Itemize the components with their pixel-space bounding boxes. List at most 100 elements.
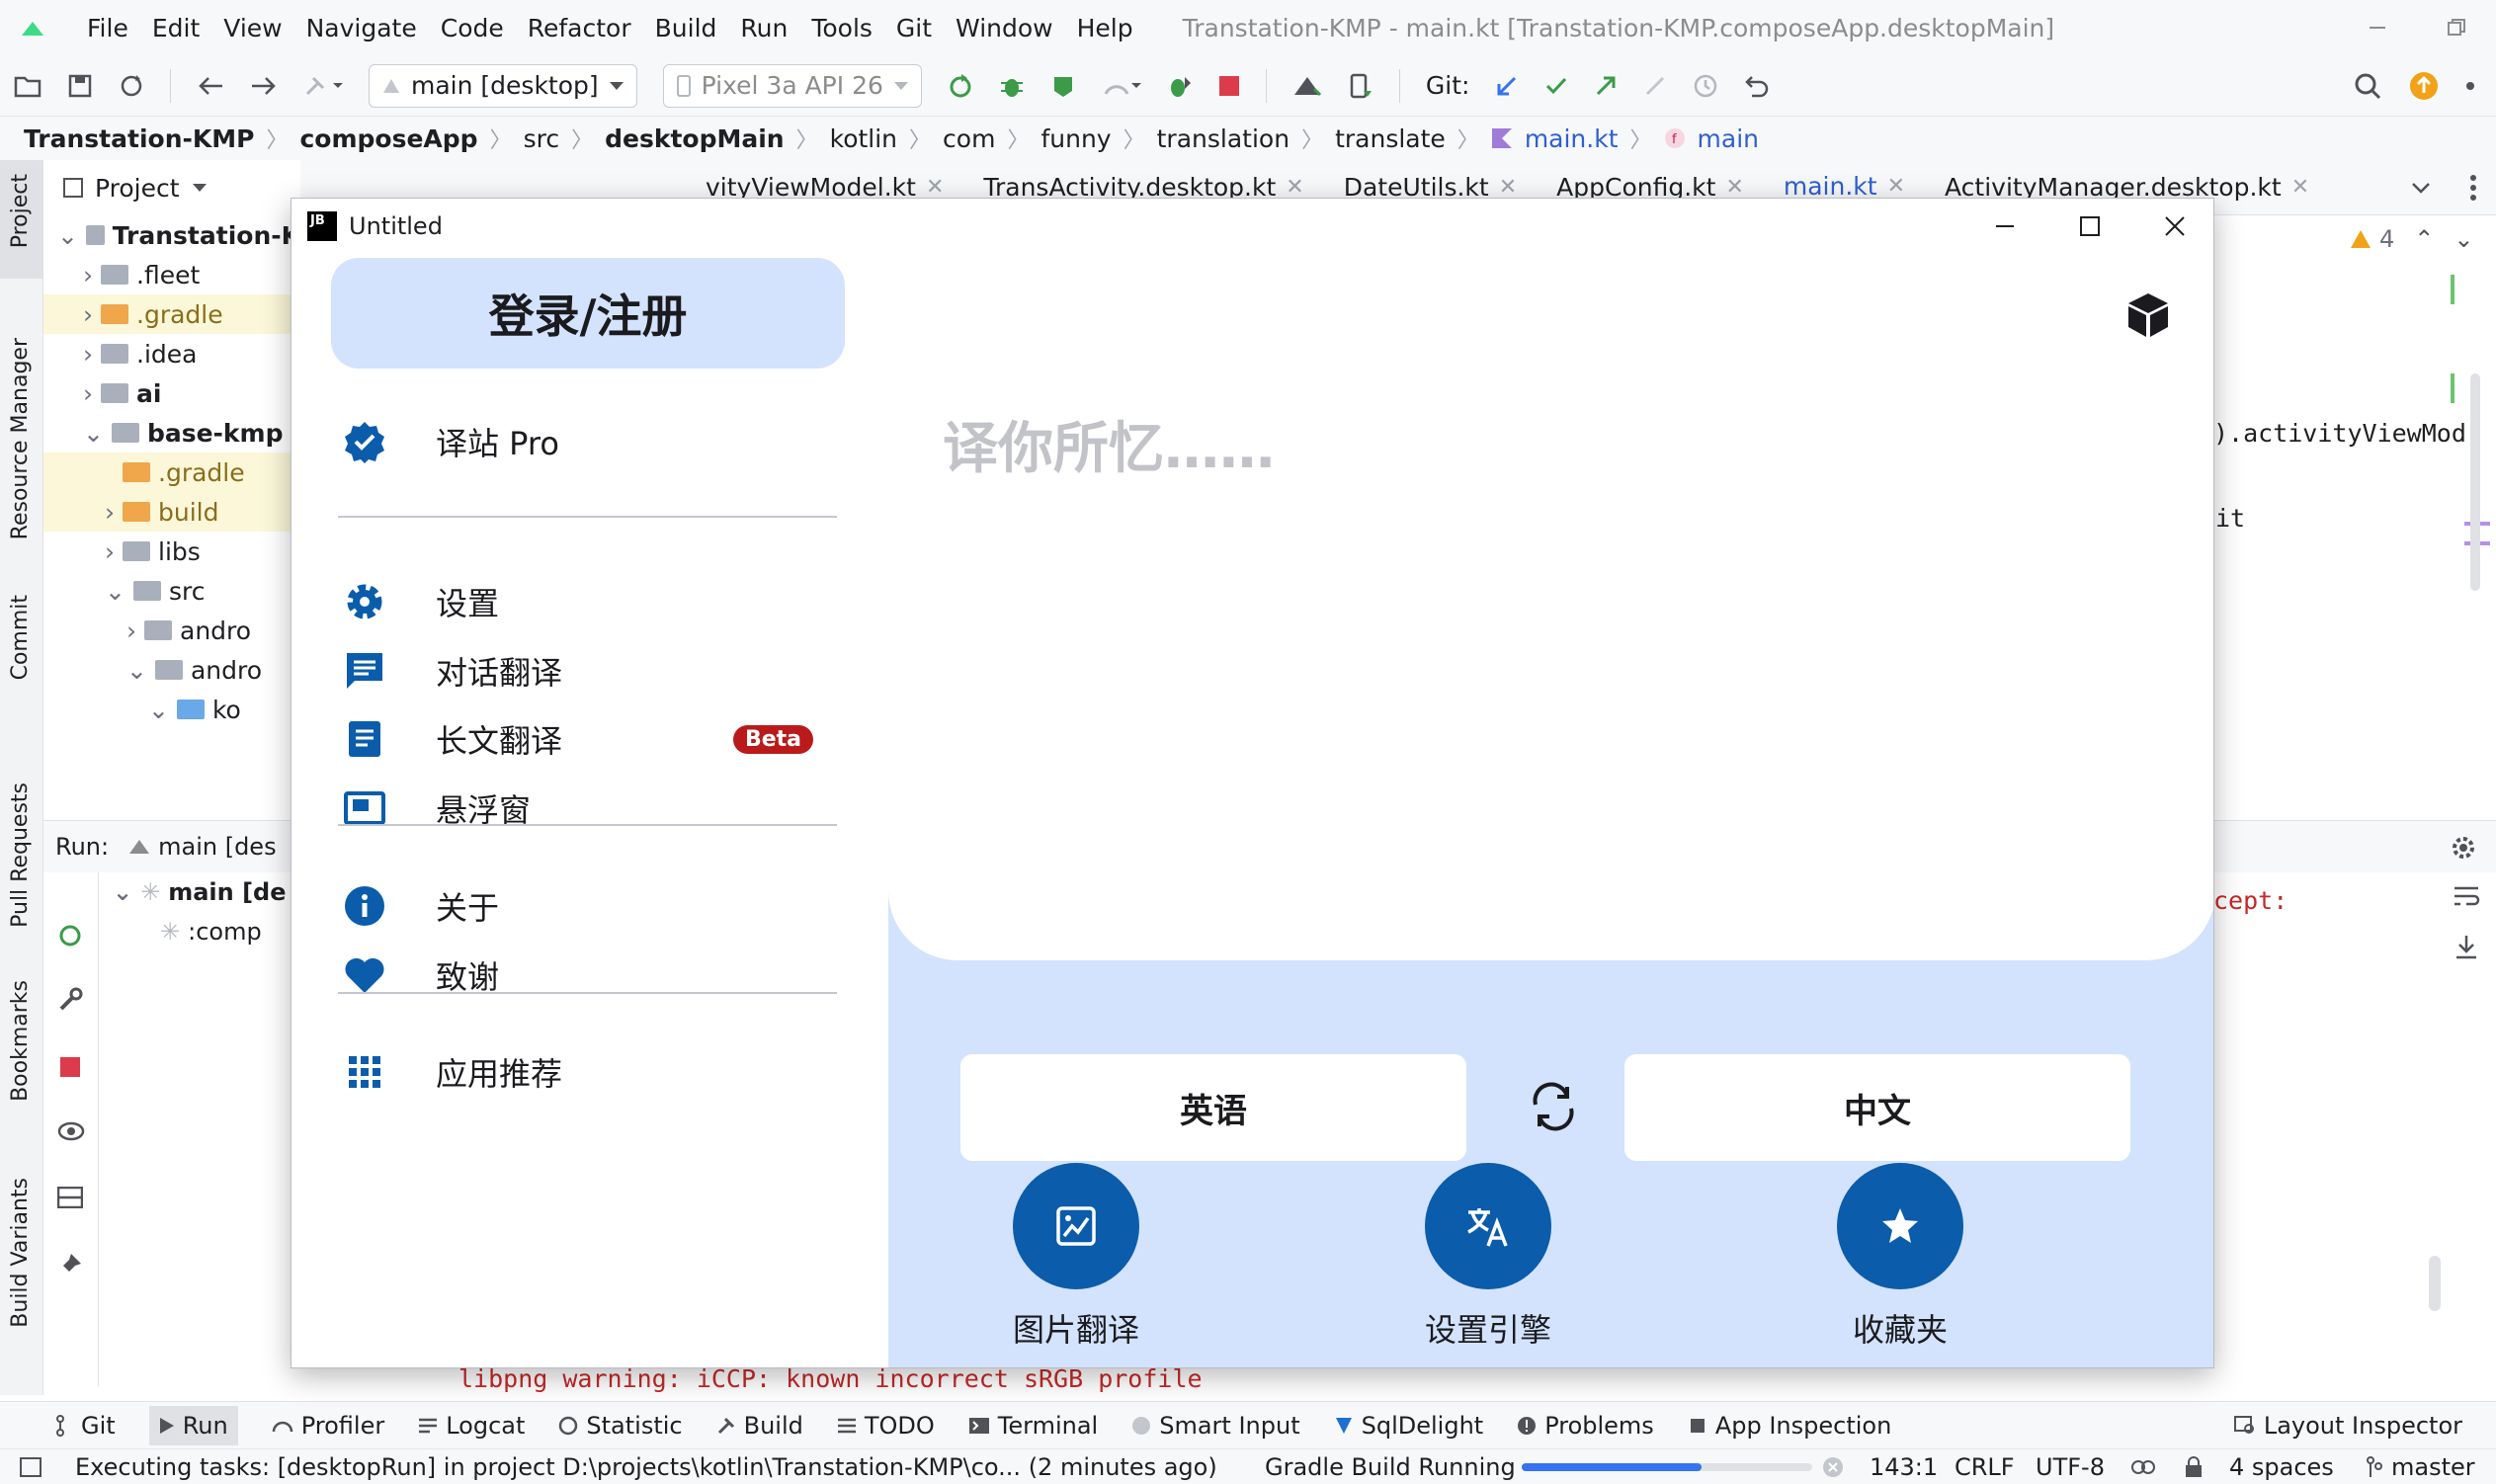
close-icon[interactable]: ✕ [1887, 174, 1905, 199]
breadcrumb-com[interactable]: com [943, 124, 995, 153]
soft-wrap-icon[interactable] [2453, 884, 2480, 910]
rerun-icon[interactable] [57, 922, 83, 948]
caret-position[interactable]: 143:1 [1870, 1453, 1938, 1481]
run-tree-task[interactable]: ✳:comp [160, 918, 262, 946]
tool-tab-run[interactable]: Run [148, 1405, 238, 1445]
editor-scrollbar[interactable] [2470, 373, 2480, 591]
tool-tab-logcat[interactable]: Logcat [418, 1412, 525, 1440]
tool-tab-git[interactable]: Git [55, 1412, 116, 1440]
close-icon[interactable] [2164, 215, 2186, 237]
chevron-down-icon[interactable] [192, 183, 208, 193]
wrench-icon[interactable] [57, 987, 83, 1013]
menu-view[interactable]: View [213, 14, 291, 42]
save-icon[interactable] [67, 73, 93, 99]
tool-tab-problems[interactable]: Problems [1517, 1412, 1654, 1440]
set-engine-button[interactable] [1425, 1163, 1551, 1289]
rerun-icon[interactable] [948, 73, 973, 99]
sync-icon[interactable] [119, 73, 144, 99]
breadcrumb-sourceset[interactable]: desktopMain [605, 124, 785, 153]
tree-item[interactable]: .gradle [43, 453, 300, 492]
translation-input-card[interactable]: 译你所忆…… [888, 254, 2213, 960]
tool-tab-todo[interactable]: TODO [837, 1412, 935, 1440]
menu-file[interactable]: File [77, 14, 138, 42]
memory-indicator-icon[interactable] [2130, 1456, 2156, 1478]
cancel-task-icon[interactable] [1822, 1456, 1844, 1478]
device-manager-icon[interactable] [1292, 73, 1322, 99]
eye-icon[interactable] [57, 1121, 85, 1141]
git-commit-check-icon[interactable] [1544, 74, 1568, 98]
search-icon[interactable] [2354, 72, 2381, 100]
tree-item[interactable]: › build [43, 492, 300, 532]
tree-item[interactable]: ⌄ base-kmp [43, 413, 300, 453]
image-translate-button[interactable] [1013, 1163, 1139, 1289]
breadcrumb-file[interactable]: main.kt [1525, 124, 1619, 153]
close-icon[interactable]: ✕ [2291, 175, 2309, 200]
menu-refactor[interactable]: Refactor [518, 14, 641, 42]
lock-icon[interactable] [2184, 1455, 2204, 1478]
action-favorites[interactable]: 收藏夹 [1782, 1163, 2019, 1351]
maximize-icon[interactable] [2079, 215, 2101, 237]
tree-item[interactable]: ⌄ Transtation-K [43, 215, 300, 255]
code-editor[interactable]: 4 ⌃ ⌄ ).activityViewMod it [2174, 215, 2496, 828]
menu-build[interactable]: Build [645, 14, 727, 42]
tool-tab-terminal[interactable]: Terminal [968, 1412, 1098, 1440]
file-encoding[interactable]: UTF-8 [2036, 1453, 2105, 1481]
drawer-item-about[interactable]: 关于 [343, 876, 837, 936]
tree-item[interactable]: › ai [43, 373, 300, 413]
project-panel-title[interactable]: Project [95, 174, 180, 203]
tool-tab-build[interactable]: Build [716, 1412, 803, 1440]
git-rollback-icon[interactable] [1744, 73, 1770, 99]
drawer-item-pro[interactable]: 译站 Pro [343, 412, 837, 471]
tree-item[interactable]: › .idea [43, 334, 300, 373]
device-select[interactable]: Pixel 3a API 26 [662, 63, 922, 108]
tree-item[interactable]: ⌄ ko [43, 690, 300, 729]
tree-item[interactable]: › libs [43, 532, 300, 571]
breadcrumb-project[interactable]: Transtation-KMP [24, 124, 254, 153]
drawer-item-thanks[interactable]: 致谢 [343, 946, 837, 1005]
run-tree-root[interactable]: ⌄ ✳ main [de [113, 878, 287, 906]
attach-debugger-icon[interactable] [1167, 73, 1193, 99]
breadcrumb-kotlin[interactable]: kotlin [830, 124, 897, 153]
breadcrumb-translate[interactable]: translate [1335, 124, 1446, 153]
stop-icon[interactable] [59, 1056, 81, 1078]
tool-tab-project[interactable]: Project [8, 174, 33, 248]
login-register-button[interactable]: 登录/注册 [331, 258, 845, 369]
tool-tab-statistic[interactable]: Statistic [558, 1412, 683, 1440]
menu-code[interactable]: Code [431, 14, 514, 42]
close-icon[interactable]: ✕ [1499, 175, 1517, 200]
tool-tab-pull-requests[interactable]: Pull Requests [8, 783, 33, 928]
status-message[interactable]: Executing tasks: [desktopRun] in project… [75, 1453, 1217, 1481]
tool-tab-smart-input[interactable]: Smart Input [1131, 1412, 1300, 1440]
git-update-icon[interactable] [1495, 74, 1519, 98]
inspection-widget[interactable]: 4 ⌃ ⌄ [2350, 225, 2474, 253]
breadcrumb-module[interactable]: composeApp [299, 124, 477, 153]
drawer-item-app-recommend[interactable]: 应用推荐 [343, 1042, 837, 1102]
minimize-icon[interactable] [2368, 18, 2387, 38]
breadcrumb-src[interactable]: src [524, 124, 560, 153]
menu-help[interactable]: Help [1067, 14, 1143, 42]
restore-icon[interactable] [2447, 18, 2466, 38]
menu-window[interactable]: Window [946, 14, 1063, 42]
drawer-item-long-text[interactable]: 长文翻译 Beta [343, 709, 837, 769]
drawer-item-conversation[interactable]: 对话翻译 [343, 641, 837, 701]
tool-tab-bookmarks[interactable]: Bookmarks [8, 980, 33, 1102]
menu-tools[interactable]: Tools [801, 14, 882, 42]
run-coverage-icon[interactable] [1050, 73, 1076, 99]
tree-item[interactable]: › .fleet [43, 255, 300, 294]
run-settings-gear-icon[interactable] [2451, 835, 2476, 861]
debug-bug-icon[interactable] [999, 73, 1025, 99]
git-compare-icon[interactable] [1643, 74, 1667, 98]
tree-item[interactable]: ⌄ src [43, 571, 300, 611]
tool-tab-commit[interactable]: Commit [8, 595, 33, 680]
run-config-select[interactable]: main [desktop] [369, 63, 637, 108]
breadcrumb-translation[interactable]: translation [1157, 124, 1290, 153]
tool-tab-profiler[interactable]: Profiler [272, 1412, 384, 1440]
breadcrumb-funny[interactable]: funny [1040, 124, 1111, 153]
translation-input-placeholder[interactable]: 译你所忆…… [943, 404, 1275, 484]
tool-tab-layout-inspector[interactable]: Layout Inspector [2233, 1412, 2462, 1440]
scroll-to-end-icon[interactable] [2454, 934, 2478, 959]
git-push-icon[interactable] [1594, 74, 1618, 98]
tool-tab-build-variants[interactable]: Build Variants [8, 1178, 33, 1328]
cube-icon[interactable] [2126, 291, 2170, 339]
tabs-overflow-chevron-icon[interactable] [2411, 182, 2431, 194]
